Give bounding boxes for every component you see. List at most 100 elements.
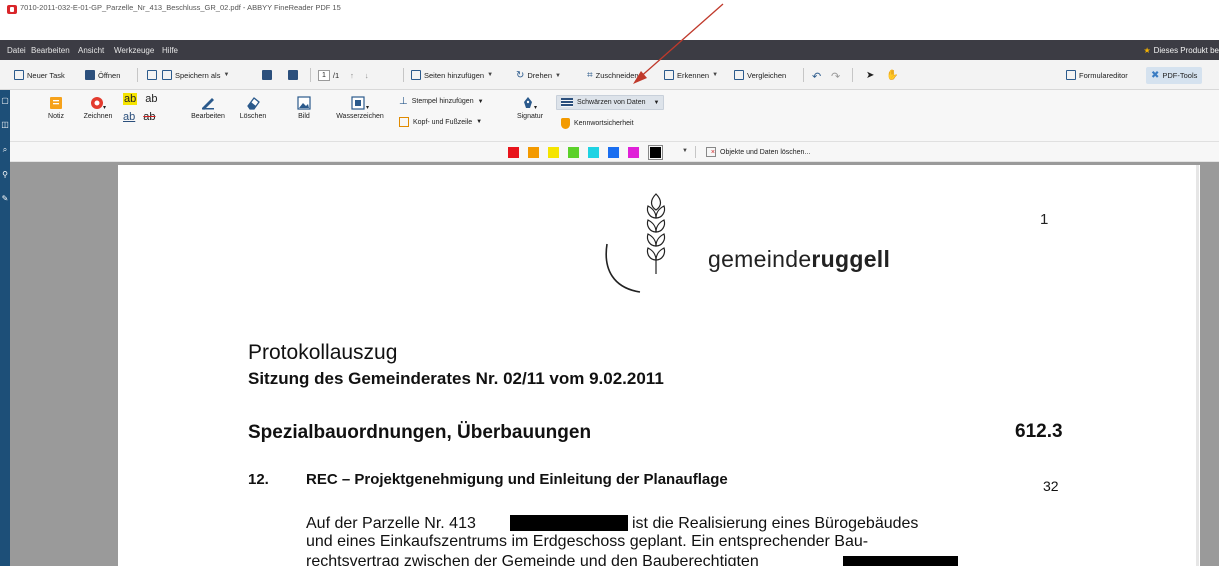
print-button[interactable] bbox=[262, 70, 272, 80]
paragraph-fragment: Auf der Parzelle Nr. 413 bbox=[306, 515, 476, 532]
text-format-button[interactable]: ab bbox=[145, 93, 157, 105]
delete-label: Löschen bbox=[239, 113, 267, 120]
draw-label: Zeichnen bbox=[83, 113, 113, 120]
form-editor-label: Formulareditor bbox=[1079, 70, 1128, 80]
hand-icon: ✋ bbox=[886, 70, 899, 81]
new-task-button[interactable]: Neuer Task bbox=[14, 70, 65, 80]
star-icon: ★ bbox=[1143, 46, 1151, 55]
paragraph-line: und eines Einkaufszentrums im Erdgeschos… bbox=[306, 533, 869, 550]
draw-button[interactable]: ▾ Zeichnen bbox=[83, 96, 113, 120]
markup-row-bottom: ab ab bbox=[123, 111, 167, 123]
pdf-tools-button[interactable]: ✖ PDF-Tools bbox=[1146, 67, 1203, 84]
rotate-label: Drehen bbox=[527, 71, 552, 80]
clear-data-icon: × bbox=[706, 147, 716, 157]
toolbar-divider bbox=[852, 68, 853, 82]
bookmark-icon[interactable]: ◫ bbox=[1, 120, 9, 129]
markup-row-top: ab ab bbox=[123, 93, 167, 105]
chevron-down-icon: ▼ bbox=[223, 72, 230, 78]
page-number-input[interactable]: 1 bbox=[318, 70, 330, 81]
redo-button[interactable]: ↷ bbox=[831, 70, 840, 83]
pages-icon[interactable]: ▢ bbox=[1, 96, 9, 105]
form-editor-button[interactable]: Formulareditor bbox=[1066, 70, 1128, 80]
abbyy-logo-icon bbox=[7, 5, 17, 14]
logo-prefix: gemeinde bbox=[708, 246, 812, 272]
clear-objects-button[interactable]: × Objekte und Daten löschen... bbox=[706, 147, 810, 157]
rotate-button[interactable]: ↻ Drehen ▼ bbox=[516, 70, 561, 81]
attachment-icon[interactable]: ⚲ bbox=[1, 170, 9, 179]
toolbar-divider bbox=[695, 146, 696, 158]
watermark-button[interactable]: ▾ Wasserzeichen bbox=[332, 96, 388, 120]
password-security-button[interactable]: Kennwortsicherheit bbox=[561, 118, 634, 129]
text-markup-group: ab ab ab ab bbox=[123, 93, 167, 123]
item-title: REC – Projektgenehmigung und Einleitung … bbox=[306, 471, 728, 488]
image-label: Bild bbox=[298, 113, 310, 120]
add-pages-button[interactable]: Seiten hinzufügen ▼ bbox=[411, 70, 493, 80]
color-swatch-red[interactable] bbox=[508, 147, 519, 158]
title-bar: 7010-2011-032-E-01-GP_Parzelle_Nr_413_Be… bbox=[0, 0, 1219, 40]
crop-button[interactable]: ⌗ Zuschneiden bbox=[587, 70, 639, 81]
strikethrough-button[interactable]: ab bbox=[143, 111, 155, 123]
search-icon[interactable]: ⌕ bbox=[1, 145, 9, 154]
document-page-number: 1 bbox=[1040, 211, 1049, 228]
undo-button[interactable]: ↶ bbox=[812, 70, 821, 83]
open-button[interactable]: Öffnen bbox=[85, 70, 120, 80]
add-stamp-button[interactable]: ⊥ Stempel hinzufügen ▼ bbox=[399, 96, 484, 107]
select-tool-button[interactable]: ➤ bbox=[866, 70, 874, 81]
new-task-icon bbox=[14, 70, 24, 80]
redaction-box[interactable] bbox=[510, 515, 628, 531]
item-page: 32 bbox=[1043, 478, 1059, 494]
save-button[interactable] bbox=[147, 70, 157, 80]
mail-icon bbox=[288, 70, 298, 80]
chevron-down-icon: ▼ bbox=[476, 119, 483, 125]
redaction-box[interactable] bbox=[843, 556, 958, 566]
color-swatch-yellow[interactable] bbox=[548, 147, 559, 158]
underline-button[interactable]: ab bbox=[123, 111, 135, 123]
menu-werkzeuge[interactable]: Werkzeuge bbox=[114, 46, 154, 55]
recognize-button[interactable]: Erkennen ▼ bbox=[664, 70, 718, 80]
email-button[interactable] bbox=[288, 70, 298, 80]
promo-label: Dieses Produkt be bbox=[1153, 46, 1219, 55]
section-code: 612.3 bbox=[1015, 421, 1063, 442]
delete-button[interactable]: Löschen bbox=[236, 96, 270, 120]
arrow-up-icon[interactable]: ↑ bbox=[350, 71, 354, 80]
color-swatch-blue[interactable] bbox=[608, 147, 619, 158]
add-stamp-label: Stempel hinzufügen bbox=[411, 98, 474, 105]
signature-button[interactable]: ▾ Signatur bbox=[515, 96, 545, 120]
color-swatch-cyan[interactable] bbox=[588, 147, 599, 158]
tools-icon: ✖ bbox=[1151, 70, 1160, 81]
stamp-icon: ⊥ bbox=[399, 96, 408, 107]
color-swatch-green[interactable] bbox=[568, 147, 579, 158]
chevron-down-icon[interactable]: ▼ bbox=[682, 148, 688, 154]
clear-objects-label: Objekte und Daten löschen... bbox=[720, 148, 811, 156]
menu-ansicht[interactable]: Ansicht bbox=[78, 46, 104, 55]
open-label: Öffnen bbox=[98, 70, 121, 80]
save-as-button[interactable]: Speichern als ▼ bbox=[162, 70, 229, 80]
color-swatch-orange[interactable] bbox=[528, 147, 539, 158]
note-button[interactable]: Notiz bbox=[45, 96, 67, 120]
redact-data-button[interactable]: Schwärzen von Daten ▼ bbox=[556, 95, 665, 110]
menu-hilfe[interactable]: Hilfe bbox=[162, 46, 178, 55]
product-promo-link[interactable]: ★ Dieses Produkt be bbox=[1143, 46, 1219, 55]
image-button[interactable]: Bild bbox=[292, 96, 316, 120]
color-swatch-magenta[interactable] bbox=[628, 147, 639, 158]
compare-button[interactable]: Vergleichen bbox=[734, 70, 786, 80]
hand-tool-button[interactable]: ✋ bbox=[886, 70, 898, 81]
menu-bearbeiten[interactable]: Bearbeiten bbox=[31, 46, 70, 55]
document-heading: Protokollauszug bbox=[248, 341, 398, 364]
header-footer-button[interactable]: Kopf- und Fußzeile ▼ bbox=[399, 117, 482, 127]
password-security-label: Kennwortsicherheit bbox=[574, 120, 634, 127]
highlight-button[interactable]: ab bbox=[123, 93, 138, 105]
color-swatch-black[interactable] bbox=[648, 145, 663, 160]
paragraph-line: Auf der Parzelle Nr. 413 bbox=[306, 515, 476, 533]
signature-panel-icon[interactable]: ✎ bbox=[1, 194, 9, 203]
arrow-down-icon[interactable]: ↓ bbox=[365, 71, 369, 80]
logo-bold: ruggell bbox=[811, 246, 891, 272]
add-page-icon bbox=[411, 70, 421, 80]
save-icon bbox=[147, 70, 157, 80]
edit-button[interactable]: Bearbeiten bbox=[188, 96, 228, 120]
recognize-icon bbox=[664, 70, 674, 80]
header-footer-label: Kopf- und Fußzeile bbox=[413, 118, 473, 126]
menu-datei[interactable]: Datei bbox=[7, 46, 26, 55]
compare-icon bbox=[734, 70, 744, 80]
compare-label: Vergleichen bbox=[747, 70, 787, 80]
